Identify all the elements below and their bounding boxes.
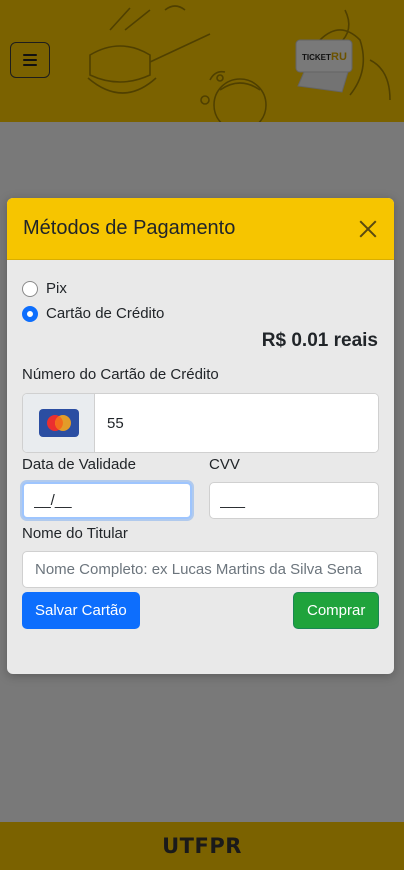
card-number-label: Número do Cartão de Crédito bbox=[22, 366, 219, 383]
holder-name-label: Nome do Titular bbox=[22, 525, 128, 542]
buy-button[interactable]: Comprar bbox=[293, 592, 379, 629]
modal-body: Pix Cartão de Crédito R$ 0.01 reais Núme… bbox=[7, 260, 394, 629]
expiry-cvv-row: Data de Validade CVV bbox=[22, 456, 379, 519]
footer-title: UTFPR bbox=[162, 834, 242, 858]
expiry-label: Data de Validade bbox=[22, 456, 136, 473]
mastercard-icon bbox=[38, 409, 79, 437]
payment-option-pix[interactable]: Pix bbox=[22, 276, 379, 301]
holder-name-input[interactable] bbox=[22, 551, 378, 588]
payment-option-credit-card[interactable]: Cartão de Crédito bbox=[22, 301, 379, 326]
payment-option-label: Pix bbox=[46, 280, 67, 297]
modal-title: Métodos de Pagamento bbox=[23, 217, 236, 239]
payment-option-label: Cartão de Crédito bbox=[46, 305, 165, 322]
expiry-column: Data de Validade bbox=[22, 456, 192, 519]
close-icon[interactable] bbox=[358, 219, 378, 239]
cvv-column: CVV bbox=[209, 456, 379, 519]
cvv-input[interactable] bbox=[209, 482, 379, 519]
price-total: R$ 0.01 reais bbox=[261, 330, 378, 351]
modal-header: Métodos de Pagamento bbox=[7, 198, 394, 260]
cvv-label: CVV bbox=[209, 456, 240, 473]
modal-actions: Salvar Cartão Comprar bbox=[22, 592, 379, 629]
card-brand-addon bbox=[23, 394, 95, 452]
payment-methods-modal: Métodos de Pagamento Pix Cartão de Crédi… bbox=[7, 198, 394, 674]
card-number-group bbox=[22, 393, 379, 453]
radio-credit-card[interactable] bbox=[22, 305, 38, 322]
radio-pix[interactable] bbox=[22, 280, 38, 297]
save-card-button[interactable]: Salvar Cartão bbox=[22, 592, 140, 629]
card-number-input[interactable] bbox=[95, 394, 378, 452]
expiry-input[interactable] bbox=[22, 482, 192, 519]
